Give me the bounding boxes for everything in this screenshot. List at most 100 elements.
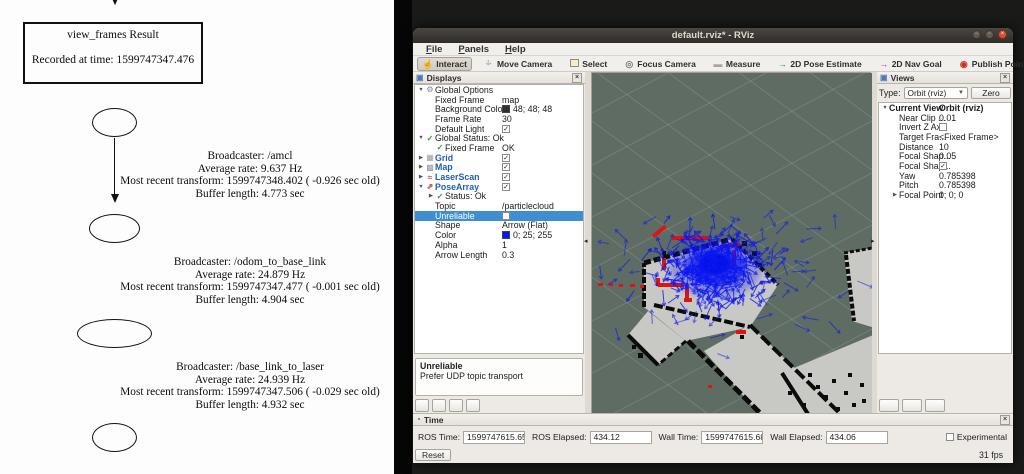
expander-icon[interactable]: ▼: [881, 105, 889, 111]
expander-icon[interactable]: ▶: [417, 164, 425, 170]
property-row[interactable]: ▼ Current View Orbit (rviz): [879, 103, 1011, 113]
expander-icon[interactable]: ▶: [417, 155, 425, 161]
checkbox[interactable]: ✓: [502, 173, 510, 182]
property-value[interactable]: 0.3: [502, 250, 514, 260]
property-value[interactable]: 0.01: [939, 113, 956, 123]
property-row[interactable]: Target Fra... <Fixed Frame>: [879, 132, 1011, 142]
close-button[interactable]: ×: [998, 30, 1007, 39]
expander-icon[interactable]: ▶: [417, 174, 425, 180]
property-row[interactable]: Distance 10: [879, 142, 1011, 152]
property-value[interactable]: Orbit (rviz): [939, 103, 983, 113]
property-value[interactable]: 0.05: [939, 151, 956, 161]
property-row[interactable]: ▼ ⚙ Global Options: [415, 85, 583, 95]
expander-icon[interactable]: ▶: [427, 193, 435, 199]
checkbox[interactable]: ✓: [939, 161, 947, 170]
property-row[interactable]: Near Clip ... 0.01: [879, 113, 1011, 123]
panel-button[interactable]: [466, 399, 480, 412]
property-row[interactable]: Frame Rate 30: [415, 114, 583, 124]
expander-icon[interactable]: ▼: [417, 135, 425, 141]
zero-button[interactable]: Zero: [971, 87, 1011, 99]
property-value[interactable]: 0.785398: [939, 180, 976, 190]
minimize-button[interactable]: −: [972, 30, 981, 39]
property-value[interactable]: 0; 0; 0: [939, 190, 963, 200]
property-value[interactable]: 48; 48; 48: [513, 104, 552, 114]
checkbox[interactable]: [939, 123, 947, 132]
checkbox[interactable]: ✓: [502, 153, 510, 162]
property-value[interactable]: /particlecloud: [502, 201, 554, 211]
splitter-handle-left[interactable]: ◂: [584, 237, 588, 245]
property-row[interactable]: Topic /particlecloud: [415, 201, 583, 211]
menu-item-panels[interactable]: Panels: [451, 44, 496, 55]
color-swatch[interactable]: [502, 231, 510, 240]
tool-button[interactable]: ◉ Publish Point: [954, 57, 1024, 71]
tool-button[interactable]: Select: [564, 57, 612, 71]
property-value[interactable]: map: [502, 95, 519, 105]
property-row[interactable]: ▶ ▦ Grid ✓: [415, 153, 583, 163]
property-row[interactable]: Focal Shap... 0.05: [879, 151, 1011, 161]
close-icon[interactable]: ×: [1000, 72, 1010, 83]
expander-icon[interactable]: ▶: [891, 192, 899, 198]
property-value[interactable]: 1: [502, 240, 507, 250]
panel-button[interactable]: [879, 399, 899, 412]
splitter-handle-right[interactable]: ▸: [871, 237, 875, 245]
property-row[interactable]: Yaw 0.785398: [879, 171, 1011, 181]
tool-button[interactable]: → 2D Nav Goal: [874, 57, 947, 71]
property-row[interactable]: Color 0; 25; 255: [415, 230, 583, 240]
property-row[interactable]: Arrow Length 0.3: [415, 250, 583, 260]
tool-button[interactable]: → 2D Pose Estimate: [772, 57, 866, 71]
reset-button[interactable]: Reset: [415, 449, 452, 461]
panel-button[interactable]: [925, 399, 945, 412]
panel-button[interactable]: [415, 399, 429, 412]
tool-button[interactable]: ◎ Focus Camera: [619, 57, 701, 71]
expander-icon[interactable]: ▼: [417, 87, 425, 93]
property-value[interactable]: Arrow (Flat): [502, 220, 548, 230]
checkbox[interactable]: [945, 433, 954, 441]
3d-viewport[interactable]: [591, 0, 882, 474]
tool-button[interactable]: ☝ Interact: [417, 56, 472, 71]
menu-item-help[interactable]: Help: [498, 44, 533, 55]
checkbox[interactable]: ✓: [502, 163, 510, 172]
menu-item-file[interactable]: File: [419, 44, 449, 55]
close-icon[interactable]: ×: [1000, 414, 1010, 425]
color-swatch[interactable]: [502, 105, 510, 114]
window-titlebar[interactable]: default.rviz* - RViz − ▫ ×: [413, 28, 1013, 43]
property-row[interactable]: ▶ ✓ Status: Ok: [415, 191, 583, 201]
property-row[interactable]: ▶ ≈ LaserScan ✓: [415, 172, 583, 182]
property-value[interactable]: 0.785398: [939, 171, 976, 181]
property-row[interactable]: ✓ Fixed Frame OK: [415, 143, 583, 153]
experimental-toggle[interactable]: Experimental: [945, 432, 1007, 442]
view-type-select[interactable]: Orbit (rviz) ▼: [903, 87, 968, 99]
property-value[interactable]: OK: [502, 143, 515, 153]
views-panel-header[interactable]: ▣ Views ×: [877, 72, 1013, 84]
tool-button[interactable]: ▬ Measure: [708, 57, 766, 71]
tool-button[interactable]: Move Camera: [479, 56, 557, 72]
property-row[interactable]: Focal Shap... ✓: [879, 161, 1011, 171]
checkbox[interactable]: [502, 211, 510, 220]
panel-button[interactable]: [902, 399, 922, 412]
property-row[interactable]: ▼ ✓ Global Status: Ok: [415, 133, 583, 143]
property-value[interactable]: 30: [502, 114, 512, 124]
time-panel-header[interactable]: ◔ Time ×: [413, 414, 1013, 426]
property-row[interactable]: Background Color 48; 48; 48: [415, 104, 583, 114]
maximize-button[interactable]: ▫: [985, 30, 994, 39]
property-row[interactable]: ▶ Focal Point 0; 0; 0: [879, 190, 1011, 200]
property-row[interactable]: ▼ ⇗ PoseArray ✓: [415, 182, 583, 192]
property-row[interactable]: Pitch 0.785398: [879, 180, 1011, 190]
property-value[interactable]: 10: [939, 142, 949, 152]
property-value[interactable]: 0; 25; 255: [513, 230, 552, 240]
panel-button[interactable]: [449, 399, 463, 412]
checkbox[interactable]: ✓: [502, 182, 510, 191]
close-icon[interactable]: ×: [572, 72, 582, 83]
property-value[interactable]: <Fixed Frame>: [939, 132, 999, 142]
expander-icon[interactable]: ▼: [417, 184, 425, 190]
property-row[interactable]: Unreliable: [415, 211, 583, 221]
property-row[interactable]: Fixed Frame map: [415, 95, 583, 105]
property-row[interactable]: Invert Z Axis: [879, 122, 1011, 132]
property-row[interactable]: Shape Arrow (Flat): [415, 220, 583, 230]
checkbox[interactable]: ✓: [502, 124, 510, 133]
property-row[interactable]: Alpha 1: [415, 240, 583, 250]
property-row[interactable]: Default Light ✓: [415, 124, 583, 134]
panel-button[interactable]: [432, 399, 446, 412]
property-row[interactable]: ▶ ▩ Map ✓: [415, 162, 583, 172]
displays-panel-header[interactable]: ▣ Displays ×: [413, 72, 585, 84]
